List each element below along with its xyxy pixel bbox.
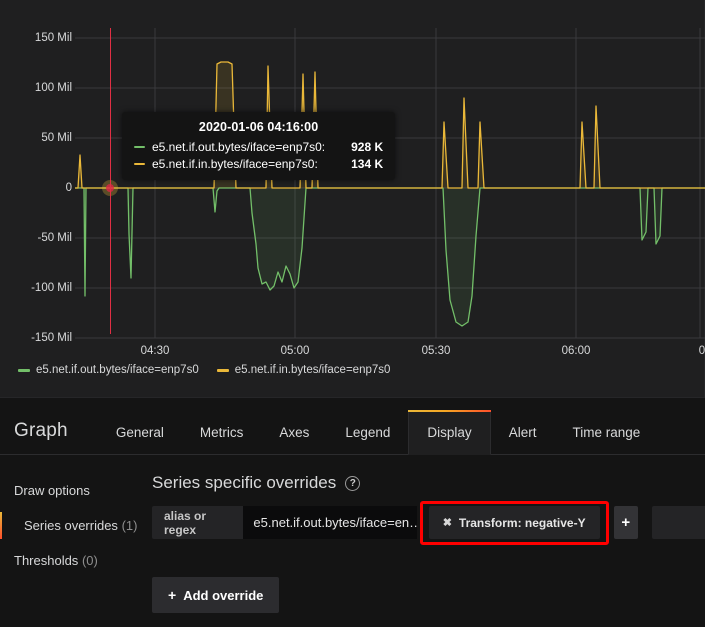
series-color-swatch [134,145,145,149]
sidebar-item-count: (0) [81,553,98,568]
options-sidebar: Draw options Series overrides (1) Thresh… [0,473,152,613]
sidebar-item-draw-options[interactable]: Draw options [14,473,152,508]
graph-plot[interactable] [0,0,705,360]
tab-metrics[interactable]: Metrics [182,425,262,454]
series-overrides-section: Series specific overrides ? alias or reg… [152,473,705,613]
section-heading: Series specific overrides ? [152,473,705,493]
sidebar-item-label: Draw options [14,483,90,498]
options-body: Draw options Series overrides (1) Thresh… [0,455,705,613]
plot-area[interactable]: 150 Mil 100 Mil 50 Mil 0 -50 Mil -100 Mi… [0,0,705,360]
tab-display[interactable]: Display [408,410,491,455]
tooltip-series-value: 928 K [351,140,384,154]
tab-alert[interactable]: Alert [491,425,555,454]
y-axis-tick: 0 [65,182,72,194]
editor-tab-bar: Graph General Metrics Axes Legend Displa… [0,398,705,455]
tooltip-series-name: e5.net.if.in.bytes/iface=enp7s0: [152,157,318,171]
series-area-out-bytes [75,188,705,326]
add-override-property-button[interactable]: + [613,506,638,539]
editor-tabs: General Metrics Axes Legend Display Aler… [98,410,658,455]
legend-color-swatch[interactable] [216,368,229,372]
override-row: alias or regex e5.net.if.out.bytes/iface… [152,501,705,545]
sidebar-item-series-overrides[interactable]: Series overrides (1) [0,508,152,543]
series-color-swatch [134,162,145,166]
x-axis-tick: 0 [698,345,705,357]
tab-general[interactable]: General [98,425,182,454]
alias-or-regex-input[interactable]: e5.net.if.out.bytes/iface=en… [243,506,417,539]
y-axis-tick: 150 Mil [34,32,72,44]
plus-icon: + [168,587,177,603]
panel-editor: Graph General Metrics Axes Legend Displa… [0,398,705,627]
y-axis-tick: -50 Mil [37,232,72,244]
tab-time-range[interactable]: Time range [554,425,658,454]
x-axis-tick: 05:30 [421,345,451,357]
transform-chip-label: Transform: negative-Y [458,515,586,530]
y-axis-tick: -100 Mil [31,282,72,294]
legend-item-out-bytes[interactable]: e5.net.if.out.bytes/iface=enp7s0 [18,364,199,376]
graph-tooltip: 2020-01-06 04:16:00 e5.net.if.out.bytes/… [122,112,396,180]
y-axis-tick: 100 Mil [34,82,72,94]
transform-negative-y-chip[interactable]: ✖ Transform: negative-Y [428,506,600,539]
legend-label: e5.net.if.out.bytes/iface=enp7s0 [36,364,199,376]
section-heading-label: Series specific overrides [152,473,337,492]
graph-panel: 150 Mil 100 Mil 50 Mil 0 -50 Mil -100 Mi… [0,0,705,398]
add-override-button[interactable]: + Add override [152,577,280,613]
legend-item-in-bytes[interactable]: e5.net.if.in.bytes/iface=enp7s0 [216,364,391,376]
series-line-out-bytes [75,187,705,327]
legend-label: e5.net.if.in.bytes/iface=enp7s0 [234,364,391,376]
override-row-trailing-slot[interactable] [652,506,705,539]
tooltip-series-row: e5.net.if.in.bytes/iface=enp7s0: 134 K [134,157,383,171]
legend-color-swatch[interactable] [18,368,30,372]
x-axis-tick: 04:30 [140,345,170,357]
x-axis-tick: 05:00 [280,345,310,357]
add-override-label: Add override [183,587,264,603]
sidebar-item-label: Thresholds [14,553,79,568]
y-axis-tick: -150 Mil [31,332,72,344]
tab-legend[interactable]: Legend [327,425,408,454]
crosshair-line [110,28,111,334]
graph-legend: e5.net.if.out.bytes/iface=enp7s0 e5.net.… [0,364,705,376]
page-title: Graph [14,420,68,441]
alias-or-regex-label: alias or regex [152,506,244,539]
sidebar-item-count: (1) [121,518,138,533]
grid-lines [75,28,705,339]
remove-override-icon[interactable]: ✖ [443,516,452,529]
tooltip-series-name: e5.net.if.out.bytes/iface=enp7s0: [152,140,326,154]
sidebar-item-thresholds[interactable]: Thresholds (0) [14,543,152,578]
tab-axes[interactable]: Axes [261,425,327,454]
x-axis-tick: 06:00 [561,345,591,357]
transform-override-chip-wrap: ✖ Transform: negative-Y [419,501,609,545]
sidebar-item-label: Series overrides [24,518,118,533]
tooltip-timestamp: 2020-01-06 04:16:00 [198,120,319,134]
y-axis-tick: 50 Mil [41,132,72,144]
help-icon[interactable]: ? [345,475,361,491]
tooltip-series-value: 134 K [351,157,384,171]
tooltip-series-row: e5.net.if.out.bytes/iface=enp7s0: 928 K [134,140,383,154]
